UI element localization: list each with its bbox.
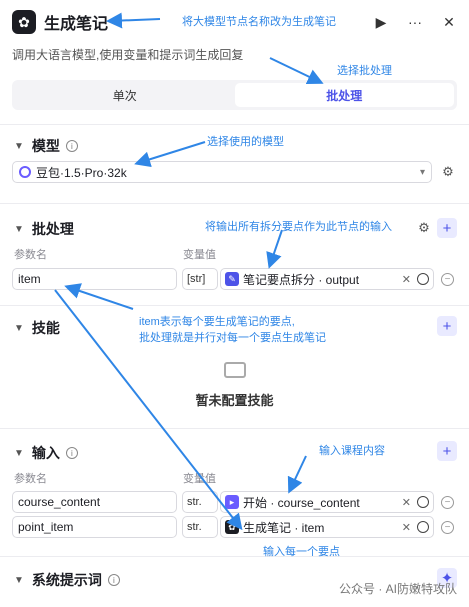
- input-section-title: 输入: [31, 445, 60, 461]
- input-variable-ref-point[interactable]: ✿ 生成笔记 · item ✕: [220, 516, 434, 538]
- chevron-down-icon: ▼: [14, 140, 24, 152]
- chevron-down-icon: ▼: [14, 447, 24, 459]
- input-param-name-course[interactable]: course_content: [12, 491, 177, 513]
- input-section-header[interactable]: ▼ 输入 i: [14, 443, 78, 463]
- annotation-course: 输入课程内容: [319, 445, 385, 457]
- annotation-batch: 选择批处理: [337, 65, 392, 77]
- chevron-down-icon: ▾: [419, 166, 425, 178]
- target-icon[interactable]: [417, 273, 429, 285]
- node-logo-icon: ✿: [12, 10, 36, 34]
- model-settings-gear-icon[interactable]: ⚙: [441, 164, 455, 179]
- input-variable-ref-course[interactable]: ▸ 开始 · course_content ✕: [220, 491, 434, 513]
- col-param-name: 参数名: [14, 473, 47, 485]
- model-select[interactable]: 豆包·1.5·Pro·32k ▾: [12, 161, 432, 183]
- target-icon[interactable]: [417, 496, 429, 508]
- input-param-name-point[interactable]: point_item: [12, 516, 177, 538]
- batch-type-select[interactable]: [str]: [182, 268, 218, 290]
- more-icon[interactable]: ···: [407, 14, 423, 30]
- col-param-name: 参数名: [14, 249, 47, 261]
- info-icon: i: [65, 447, 78, 459]
- divider: [0, 556, 469, 557]
- info-icon: i: [65, 140, 78, 152]
- node-title[interactable]: 生成笔记: [44, 10, 108, 34]
- model-section-title: 模型: [31, 138, 60, 154]
- chevron-down-icon: ▼: [14, 223, 24, 235]
- annotation-item-2: 批处理就是并行对每一个要点生成笔记: [139, 332, 326, 344]
- watermark: 公众号 · AI防嫩特攻队: [338, 582, 457, 596]
- batch-ref-text: 笔记要点拆分 · output: [243, 272, 360, 287]
- chevron-down-icon: ▼: [14, 322, 24, 334]
- annotation-item-1: item表示每个要生成笔记的要点,: [139, 316, 295, 328]
- annotation-model: 选择使用的模型: [207, 136, 284, 148]
- add-skill-button[interactable]: +: [437, 316, 457, 336]
- add-batch-param-button[interactable]: +: [437, 218, 457, 238]
- skills-section-header[interactable]: ▼ 技能: [14, 318, 60, 338]
- node-ref-icon: ✎: [225, 272, 239, 286]
- system-prompt-section-header[interactable]: ▼ 系统提示词 i: [14, 570, 120, 590]
- header-actions: ▶ ··· ✕: [373, 14, 457, 31]
- clear-icon[interactable]: ✕: [402, 521, 411, 534]
- node-ref-icon: ✿: [225, 520, 239, 534]
- target-icon[interactable]: [417, 521, 429, 533]
- divider: [0, 305, 469, 306]
- batch-param-name-input[interactable]: item: [12, 268, 177, 290]
- tab-batch[interactable]: 批处理: [234, 83, 454, 107]
- add-input-button[interactable]: +: [437, 441, 457, 461]
- annotation-rename: 将大模型节点名称改为生成笔记: [182, 16, 336, 28]
- annotation-point: 输入每一个要点: [263, 546, 340, 558]
- divider: [0, 124, 469, 125]
- col-var-value: 变量值: [183, 473, 216, 485]
- course-ref-text: 开始 · course_content: [243, 495, 360, 510]
- mode-tabs: 单次 批处理: [12, 80, 457, 110]
- annotation-batch-input: 将输出所有拆分要点作为此节点的输入: [205, 221, 392, 233]
- empty-box-icon: [224, 362, 246, 378]
- remove-row-icon[interactable]: −: [441, 273, 454, 286]
- skills-empty-text: 暂未配置技能: [195, 393, 274, 408]
- info-icon: i: [107, 574, 120, 586]
- remove-row-icon[interactable]: −: [441, 496, 454, 509]
- play-circle-icon[interactable]: ▶: [373, 14, 389, 30]
- node-description: 调用大语言模型,使用变量和提示词生成回复: [12, 48, 244, 62]
- col-var-value: 变量值: [183, 249, 216, 261]
- clear-icon[interactable]: ✕: [402, 273, 411, 286]
- batch-settings-gear-icon[interactable]: ⚙: [417, 220, 431, 235]
- batch-section-header[interactable]: ▼ 批处理: [14, 219, 74, 239]
- system-prompt-title: 系统提示词: [31, 572, 102, 588]
- tab-single[interactable]: 单次: [15, 83, 235, 107]
- start-node-icon: ▸: [225, 495, 239, 509]
- input-type-select[interactable]: str.: [182, 516, 218, 538]
- divider: [0, 203, 469, 204]
- batch-variable-ref[interactable]: ✎ 笔记要点拆分 · output ✕: [220, 268, 434, 290]
- point-ref-text: 生成笔记 · item: [243, 520, 325, 535]
- skills-section-title: 技能: [31, 320, 60, 336]
- close-icon[interactable]: ✕: [441, 14, 457, 30]
- chevron-down-icon: ▼: [14, 574, 24, 586]
- model-name: 豆包·1.5·Pro·32k: [36, 165, 127, 180]
- model-logo-icon: [19, 166, 31, 178]
- remove-row-icon[interactable]: −: [441, 521, 454, 534]
- input-type-select[interactable]: str.: [182, 491, 218, 513]
- batch-section-title: 批处理: [31, 221, 74, 237]
- clear-icon[interactable]: ✕: [402, 496, 411, 509]
- divider: [0, 428, 469, 429]
- node-config-panel: ✿ 生成笔记 ▶ ··· ✕ 调用大语言模型,使用变量和提示词生成回复 单次 批…: [0, 0, 469, 607]
- model-section-header[interactable]: ▼ 模型 i: [14, 136, 78, 156]
